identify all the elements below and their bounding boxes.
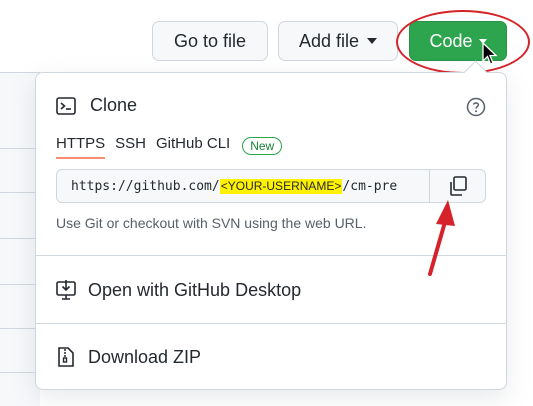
annotation-arrow: [428, 200, 455, 276]
